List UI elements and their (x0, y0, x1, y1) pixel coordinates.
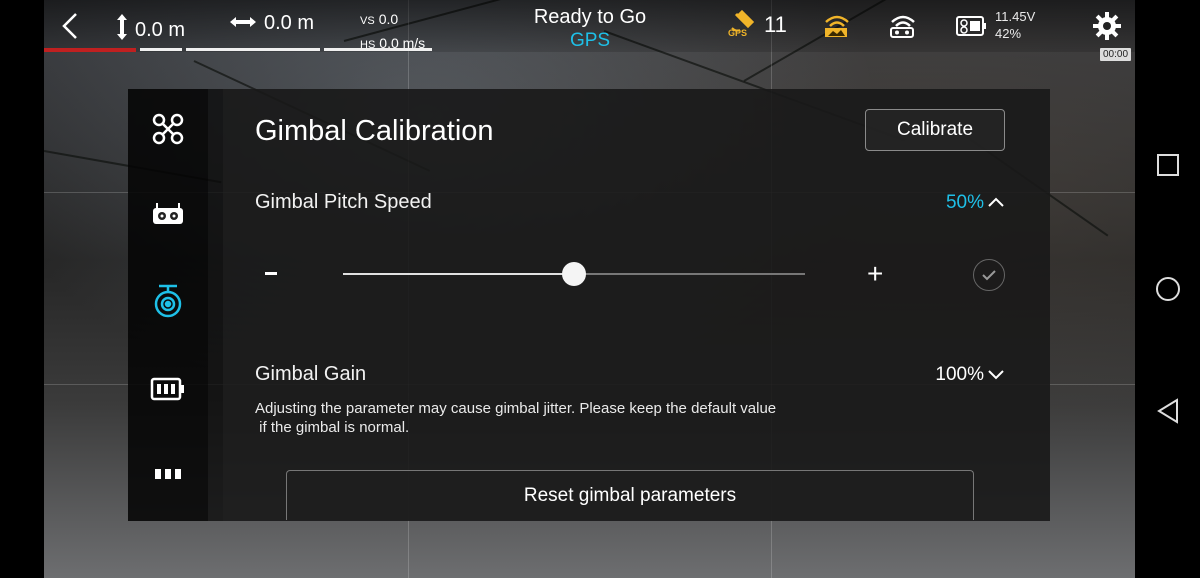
battery-icon[interactable] (148, 369, 188, 409)
image-transmission-signal-icon[interactable] (822, 12, 852, 43)
distance-icon (228, 12, 258, 35)
settings-sidebar (128, 89, 208, 521)
gimbal-icon[interactable] (148, 281, 188, 321)
note-line: if the gimbal is normal. (255, 419, 410, 436)
page-title: Gimbal Calibration (255, 115, 494, 147)
remote-controller-icon[interactable] (148, 194, 188, 234)
gps-satellite-icon: GPS (728, 9, 756, 40)
settings-panel: Gimbal Calibration Calibrate Gimbal Pitc… (128, 89, 1050, 521)
gimbal-gain-note: Adjusting the parameter may cause gimbal… (255, 399, 855, 437)
aircraft-icon[interactable] (148, 109, 188, 149)
recording-timer: 00:00 (1100, 48, 1132, 61)
altitude-readout: 0.0 m (115, 12, 185, 48)
status-mode: GPS (569, 30, 611, 51)
progress-segment (324, 48, 432, 51)
gimbal-settings-content: Gimbal Calibration Calibrate Gimbal Pitc… (223, 89, 1050, 521)
status-text: Ready to Go (533, 6, 647, 28)
more-icon[interactable] (148, 454, 188, 494)
pitch-speed-value: 50% (945, 192, 984, 213)
progress-segment (186, 48, 320, 51)
progress-segment (140, 48, 182, 51)
note-line: Adjusting the parameter may cause gimbal… (255, 400, 777, 417)
distance-readout: 0.0 m (228, 12, 314, 35)
distance-value: 0.0 m (264, 12, 315, 34)
gimbal-gain-label: Gimbal Gain (255, 363, 367, 385)
gps-icon-text: GPS (728, 28, 748, 38)
settings-gear-icon[interactable] (1092, 11, 1122, 46)
flight-status[interactable]: Ready to Go GPS (490, 6, 690, 52)
battery-percent: 42% (995, 26, 1022, 41)
vs-label: VS (360, 15, 375, 27)
altitude-value: 0.0 m (135, 18, 186, 41)
confirm-check-button[interactable] (973, 259, 1005, 291)
satellite-count: 11 (764, 12, 787, 37)
gimbal-gain-value: 100% (935, 364, 984, 385)
pitch-speed-dropdown[interactable]: 50% (946, 192, 1005, 214)
satellite-status[interactable]: GPS 11 (728, 9, 787, 40)
system-back-button[interactable] (1155, 398, 1181, 424)
chevron-up-icon (987, 192, 1005, 214)
slider-thumb[interactable] (562, 262, 586, 286)
battery-status[interactable]: 11.45V 42% (955, 8, 1035, 43)
vs-value: 0.0 (378, 11, 399, 27)
remote-signal-icon[interactable] (888, 12, 918, 43)
system-nav-bar (1135, 0, 1200, 578)
calibrate-button[interactable]: Calibrate (865, 109, 1005, 151)
flight-progress-indicator (44, 48, 136, 52)
slider-track-fill (343, 273, 574, 275)
reset-gimbal-button[interactable]: Reset gimbal parameters (286, 470, 974, 520)
battery-voltage: 11.45V (995, 9, 1036, 24)
back-button[interactable] (58, 10, 82, 42)
minus-button[interactable] (265, 272, 277, 275)
plus-button[interactable]: + (867, 259, 883, 289)
pitch-speed-slider[interactable]: + (255, 259, 1005, 291)
gimbal-gain-dropdown[interactable]: 100% (935, 364, 1005, 386)
home-button[interactable] (1155, 276, 1181, 302)
chevron-down-icon (987, 364, 1005, 386)
pitch-speed-label: Gimbal Pitch Speed (255, 191, 432, 213)
aircraft-battery-icon (955, 14, 987, 43)
recent-apps-button[interactable] (1155, 152, 1181, 178)
check-icon (982, 270, 996, 281)
altitude-icon (115, 12, 129, 48)
